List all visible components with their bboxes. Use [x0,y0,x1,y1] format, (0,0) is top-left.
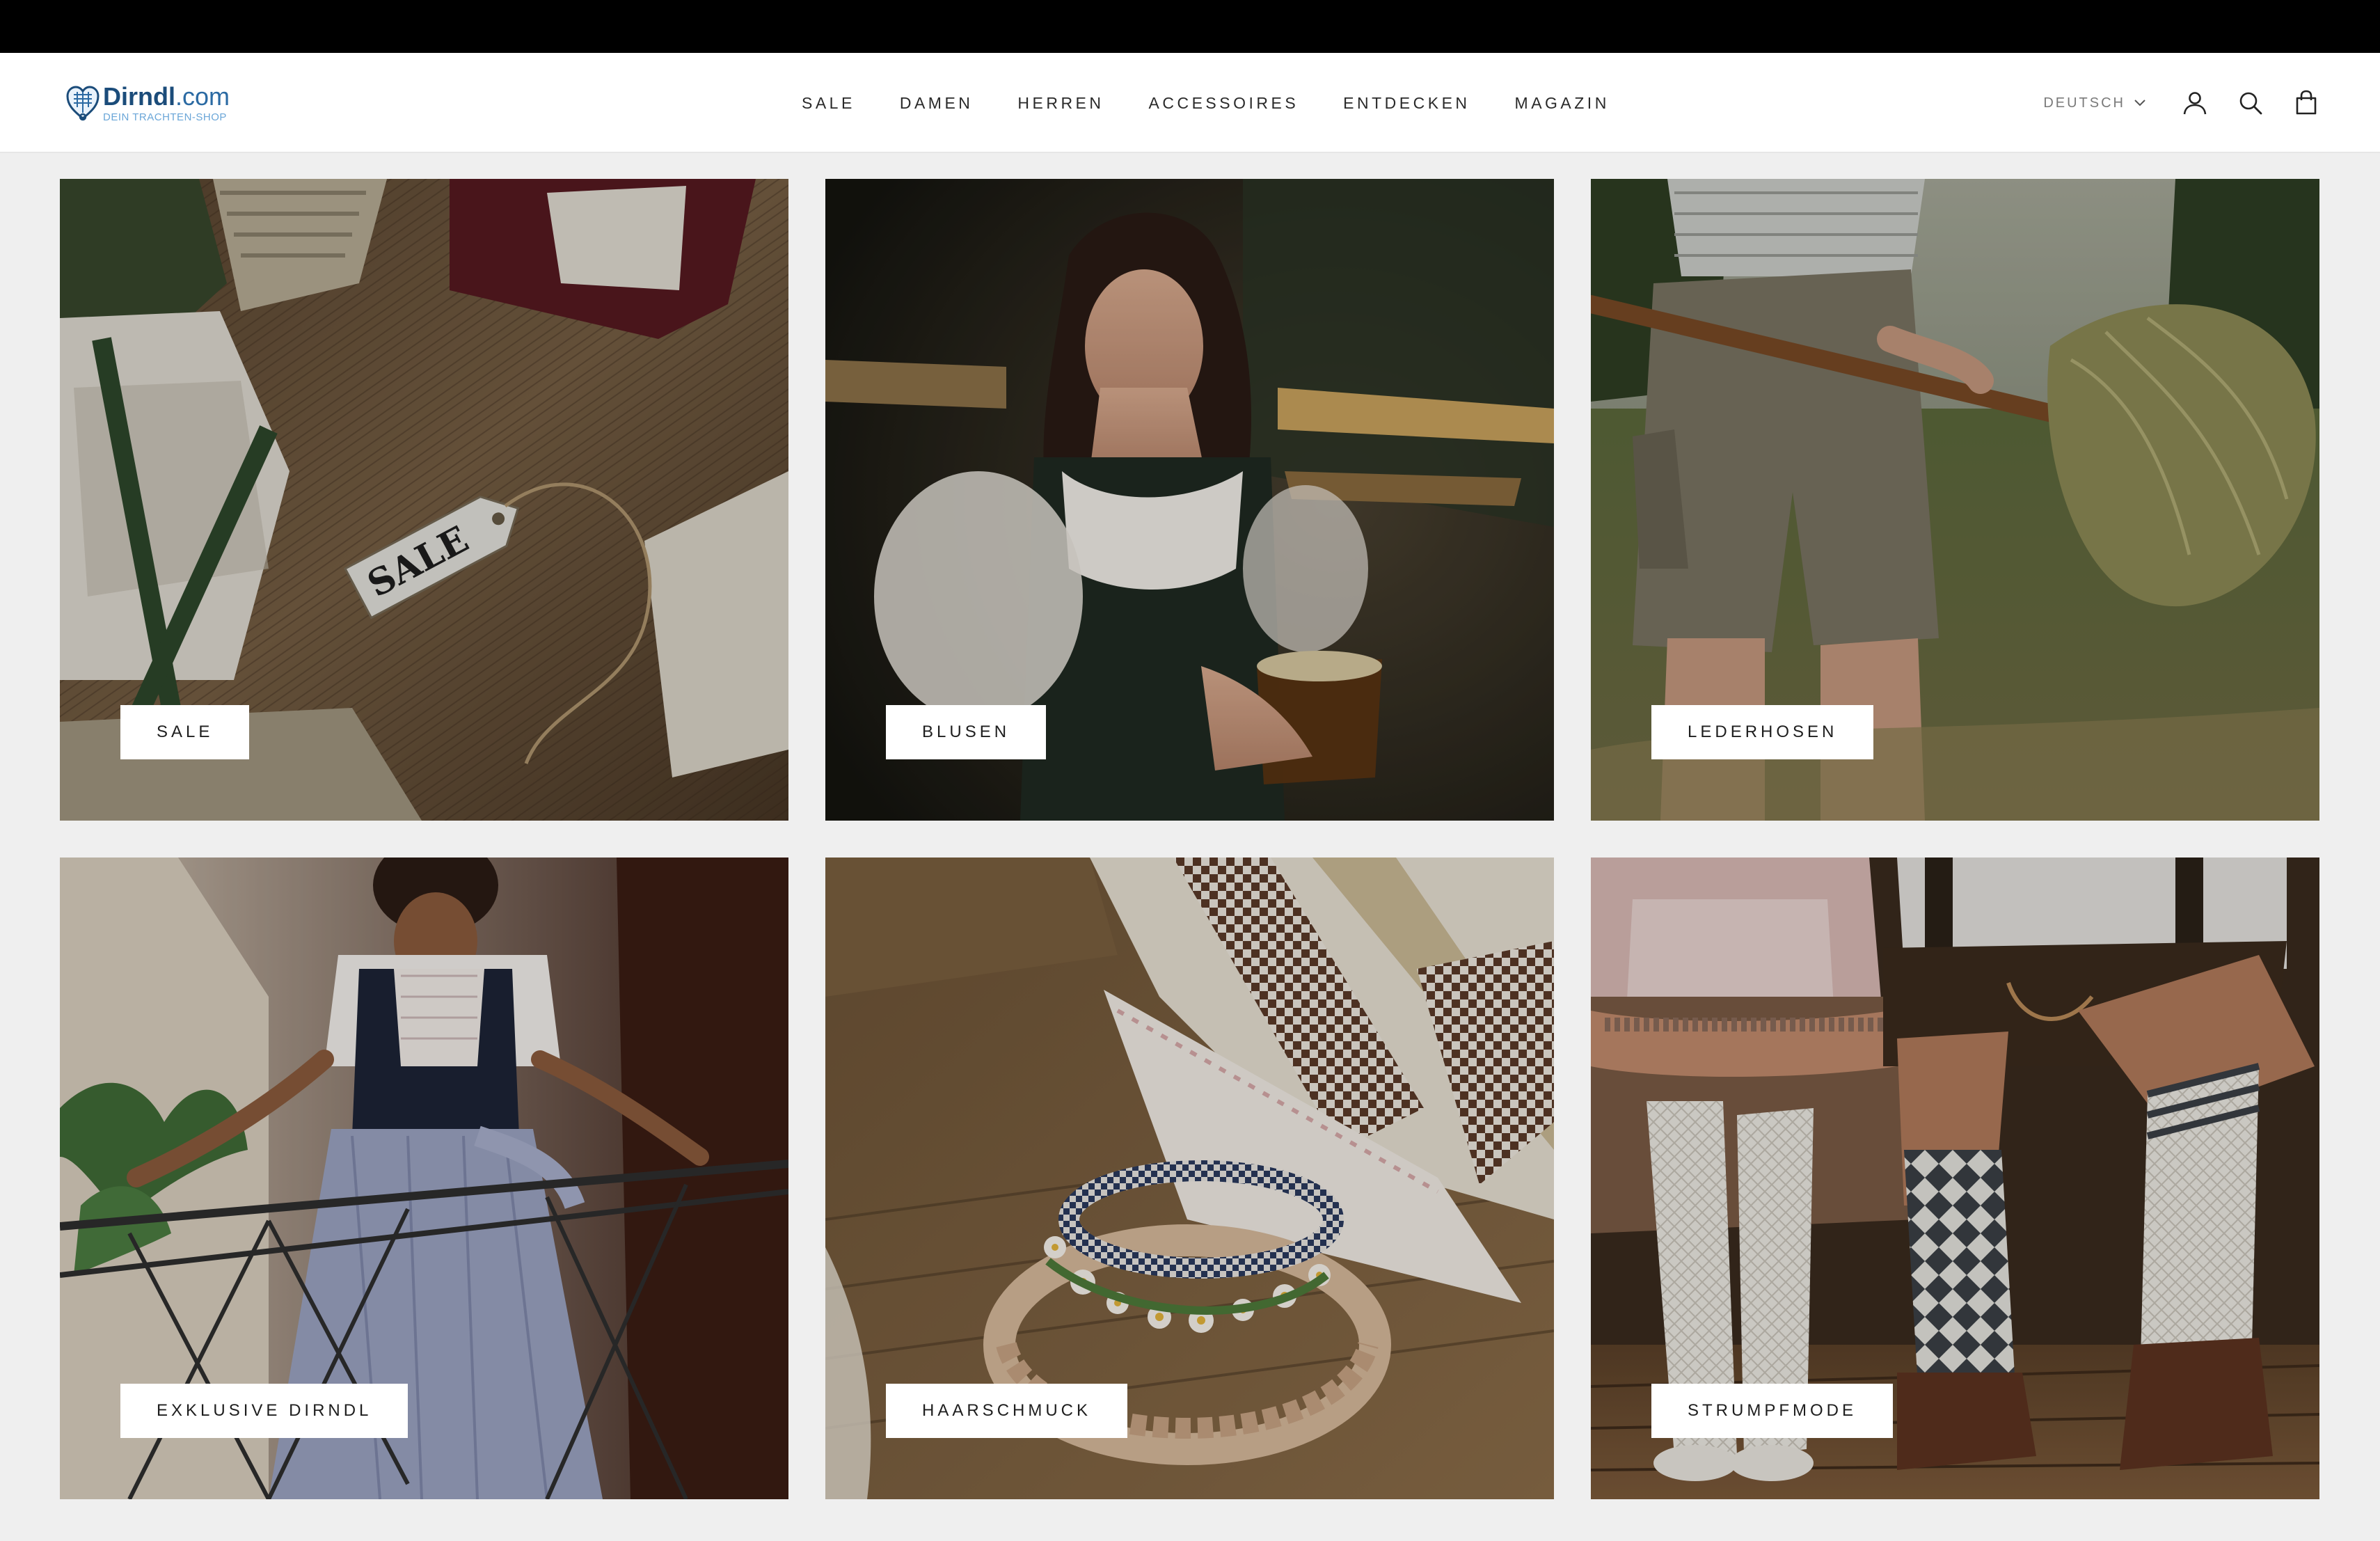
category-label-blusen: BLUSEN [886,705,1047,759]
category-label-exklusive-dirndl: EXKLUSIVE DIRNDL [120,1384,408,1438]
category-card-lederhosen[interactable]: LEDERHOSEN [1591,179,2319,821]
heart-logo-icon [66,86,100,121]
category-card-sale[interactable]: SALE SALE [60,179,788,821]
user-icon[interactable] [2181,89,2209,117]
logo[interactable]: Dirndl.com DEIN TRACHTEN-SHOP [65,82,246,124]
category-card-exklusive-dirndl[interactable]: EXKLUSIVE DIRNDL [60,858,788,1499]
nav-item-damen[interactable]: DAMEN [900,94,974,113]
cart-icon[interactable] [2292,89,2320,117]
search-icon[interactable] [2237,89,2264,117]
category-label-strumpfmode: STRUMPFMODE [1651,1384,1893,1438]
nav-item-magazin[interactable]: MAGAZIN [1515,94,1610,113]
category-card-haarschmuck[interactable]: HAARSCHMUCK [825,858,1554,1499]
language-selector[interactable]: DEUTSCH [2043,95,2146,111]
logo-tagline: DEIN TRACHTEN-SHOP [103,111,227,123]
nav-item-entdecken[interactable]: ENTDECKEN [1343,94,1470,113]
main-navigation: SALE DAMEN HERREN ACCESSOIRES ENTDECKEN … [802,53,1610,153]
site-header: Dirndl.com DEIN TRACHTEN-SHOP SALE DAMEN… [0,53,2380,153]
category-label-sale: SALE [120,705,250,759]
nav-item-sale[interactable]: SALE [802,94,855,113]
language-label: DEUTSCH [2043,95,2125,111]
chevron-down-icon [2134,100,2145,106]
category-grid: SALE SALE BLUSEN LEDERHOSEN EXKLUSIVE DI… [60,179,2320,1499]
top-announcement-bar [0,0,2380,53]
logo-wordmark: Dirndl.com [103,81,230,111]
category-card-blusen[interactable]: BLUSEN [825,179,1554,821]
header-actions: DEUTSCH [2043,53,2320,153]
category-label-haarschmuck: HAARSCHMUCK [886,1384,1128,1438]
nav-item-accessoires[interactable]: ACCESSOIRES [1149,94,1299,113]
category-card-strumpfmode[interactable]: STRUMPFMODE [1591,858,2319,1499]
nav-item-herren[interactable]: HERREN [1017,94,1104,113]
category-label-lederhosen: LEDERHOSEN [1651,705,1874,759]
